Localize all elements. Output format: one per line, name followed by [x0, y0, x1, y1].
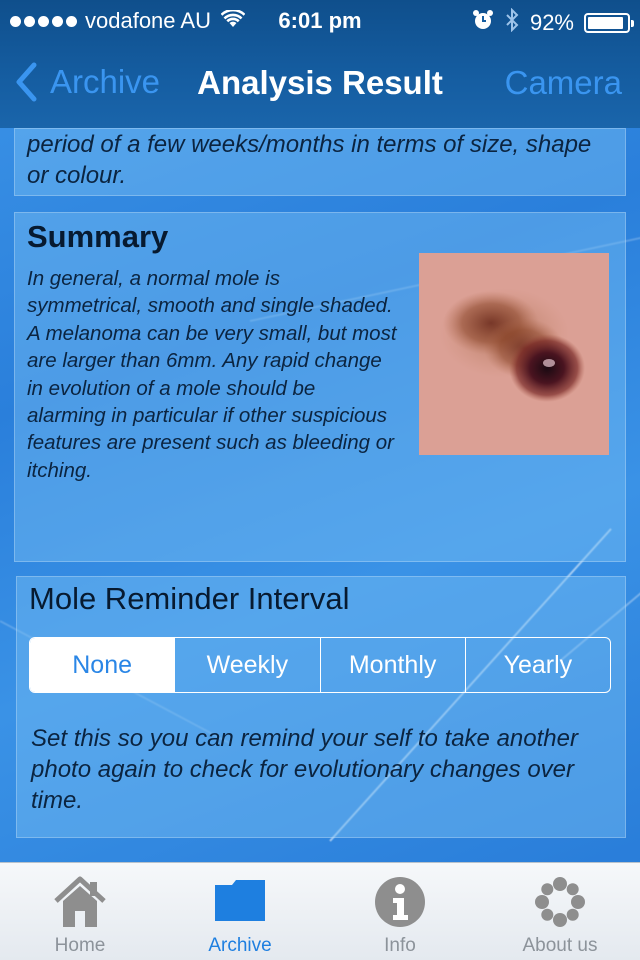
tab-label-archive: Archive [208, 935, 272, 956]
reminder-note: Set this so you can remind your self to … [31, 725, 578, 814]
back-label: Archive [50, 63, 161, 100]
reminder-interval-control: None Weekly Monthly Yearly [29, 637, 611, 693]
mole-image [419, 253, 609, 455]
interval-option-yearly[interactable]: Yearly [464, 638, 610, 692]
top-bar: vodafone AU 6:01 pm 92% Archive Analysis… [0, 0, 640, 128]
status-right: 92% [472, 7, 634, 38]
summary-panel: Summary In general, a normal mole is sym… [14, 212, 626, 562]
interval-option-weekly[interactable]: Weekly [174, 638, 319, 692]
interval-option-none[interactable]: None [30, 638, 175, 692]
summary-heading: Summary [27, 219, 169, 254]
home-icon [52, 875, 108, 934]
info-icon [373, 875, 427, 934]
description-text: period of a few weeks/months in terms of… [27, 131, 592, 189]
reminder-heading: Mole Reminder Interval [29, 581, 350, 616]
description-panel: period of a few weeks/months in terms of… [14, 128, 626, 196]
interval-option-monthly[interactable]: Monthly [319, 638, 465, 692]
bluetooth-icon [504, 7, 520, 38]
tab-label-home: Home [54, 935, 106, 956]
reminder-panel: Mole Reminder Interval None Weekly Month… [16, 576, 626, 838]
gear-flower-icon [533, 875, 587, 934]
chevron-left-icon [16, 62, 37, 102]
tab-info[interactable]: Info [320, 863, 480, 960]
battery-fill [588, 17, 623, 29]
camera-button[interactable]: Camera [505, 64, 622, 102]
status-bar: vodafone AU 6:01 pm 92% [0, 0, 640, 40]
back-button[interactable]: Archive [14, 62, 160, 102]
tab-about-us[interactable]: About us [480, 863, 640, 960]
tab-archive[interactable]: Archive [160, 863, 320, 960]
tab-home[interactable]: Home [0, 863, 160, 960]
tab-label-info: Info [384, 935, 416, 956]
tab-bar: Home Archive Info About us [0, 862, 640, 960]
navigation-bar: Archive Analysis Result Camera [0, 40, 640, 128]
summary-body: In general, a normal mole is symmetrical… [27, 267, 397, 482]
tab-label-about-us: About us [522, 935, 598, 956]
alarm-icon [472, 9, 494, 37]
battery-icon [584, 13, 634, 33]
battery-percent: 92% [529, 10, 574, 35]
folder-icon [212, 875, 268, 930]
